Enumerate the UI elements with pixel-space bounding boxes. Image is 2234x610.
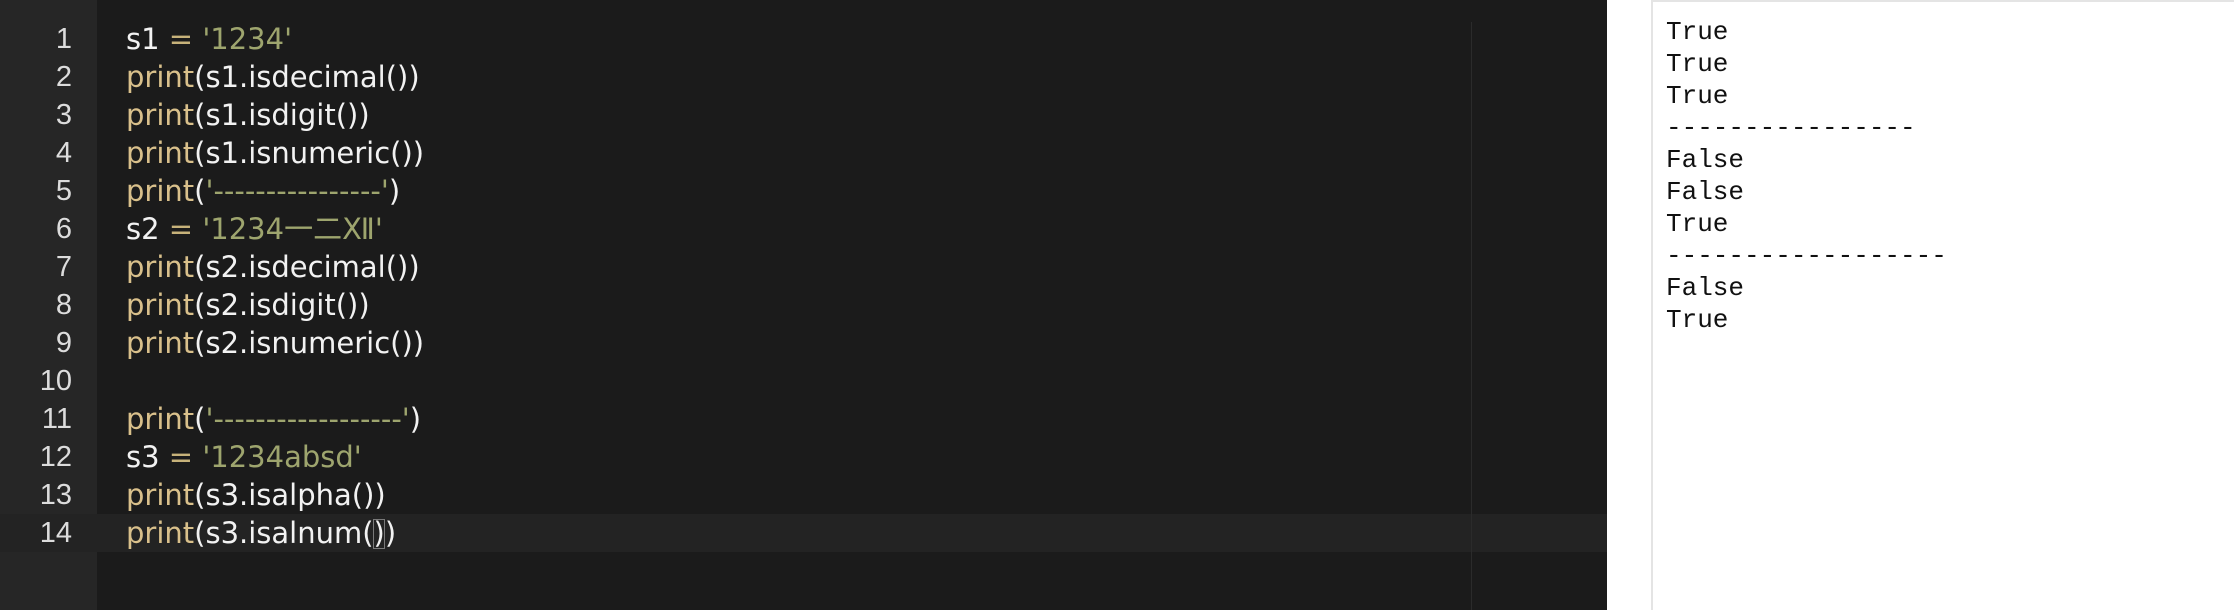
code-line[interactable]: 14 print(s3.isalnum()) bbox=[0, 514, 1607, 552]
line-number: 9 bbox=[55, 327, 72, 359]
output-line: True bbox=[1666, 209, 1729, 239]
string-token: '1234' bbox=[202, 22, 293, 56]
code-token: (s1.isdecimal()) bbox=[194, 60, 420, 94]
code-editor[interactable]: 1 s1 = '1234' 2 print(s1.isdecimal()) 3 print… bbox=[0, 0, 1607, 610]
text-cursor bbox=[372, 519, 385, 549]
output-line: ------------------ bbox=[1666, 241, 1947, 271]
keyword-token: print bbox=[126, 326, 195, 360]
code-line[interactable]: 6 s2 = '1234一二Ⅻ' bbox=[0, 210, 1607, 248]
string-token: '------------------' bbox=[205, 402, 410, 436]
code-line[interactable]: 5 print('----------------') bbox=[0, 172, 1607, 210]
operator-token: = bbox=[168, 440, 194, 474]
line-number: 7 bbox=[55, 251, 72, 283]
keyword-token: print bbox=[126, 250, 195, 284]
code-token: ( bbox=[194, 174, 206, 208]
code-line[interactable]: 13 print(s3.isalpha()) bbox=[0, 476, 1607, 514]
output-line: False bbox=[1666, 273, 1745, 303]
code-token: ) bbox=[384, 516, 397, 550]
output-line: ---------------- bbox=[1666, 113, 1916, 143]
keyword-token: print bbox=[126, 98, 195, 132]
line-number: 11 bbox=[41, 403, 72, 435]
output-panel: True True True ---------------- False False Tr… bbox=[1651, 0, 2234, 610]
code-line[interactable]: 11 print('------------------') bbox=[0, 400, 1607, 438]
code-text[interactable]: print(s1.isdecimal()) bbox=[126, 58, 420, 96]
keyword-token: print bbox=[126, 288, 195, 322]
line-number: 4 bbox=[55, 137, 72, 169]
code-token: (s2.isdecimal()) bbox=[194, 250, 420, 284]
code-text[interactable]: s2 = '1234一二Ⅻ' bbox=[126, 210, 383, 248]
line-number: 8 bbox=[55, 289, 72, 321]
code-text[interactable]: print(s3.isalpha()) bbox=[126, 476, 386, 514]
keyword-token: print bbox=[126, 136, 195, 170]
code-token: (s3.isalpha()) bbox=[194, 478, 386, 512]
code-text[interactable]: print(s1.isnumeric()) bbox=[126, 134, 424, 172]
output-line: True bbox=[1666, 17, 1729, 47]
output-line: True bbox=[1666, 49, 1729, 79]
keyword-token: print bbox=[126, 402, 195, 436]
code-token: ) bbox=[409, 402, 422, 436]
code-text[interactable]: print(s2.isdecimal()) bbox=[126, 248, 420, 286]
code-token: (s2.isnumeric()) bbox=[194, 326, 425, 360]
code-text[interactable]: print(s3.isalnum()) bbox=[126, 514, 396, 552]
line-number: 5 bbox=[55, 175, 72, 207]
line-number: 10 bbox=[39, 365, 72, 397]
line-number: 14 bbox=[39, 517, 72, 549]
output-line: False bbox=[1666, 177, 1745, 207]
code-text[interactable]: print(s1.isdigit()) bbox=[126, 96, 370, 134]
code-line[interactable]: 3 print(s1.isdigit()) bbox=[0, 96, 1607, 134]
line-number: 13 bbox=[39, 479, 72, 511]
line-number: 1 bbox=[55, 23, 72, 55]
code-line[interactable]: 12 s3 = '1234absd' bbox=[0, 438, 1607, 476]
code-text[interactable]: print('------------------') bbox=[126, 400, 421, 438]
code-text[interactable]: s1 = '1234' bbox=[126, 20, 292, 58]
code-text[interactable]: print(s2.isnumeric()) bbox=[126, 324, 424, 362]
code-token: (s1.isnumeric()) bbox=[194, 136, 425, 170]
output-line: True bbox=[1666, 305, 1729, 335]
code-line[interactable]: 9 print(s2.isnumeric()) bbox=[0, 324, 1607, 362]
code-token: (s1.isdigit()) bbox=[194, 98, 370, 132]
code-text[interactable]: s3 = '1234absd' bbox=[126, 438, 362, 476]
output-line: True bbox=[1666, 81, 1729, 111]
code-token: (s3.isalnum() bbox=[194, 516, 385, 550]
code-line[interactable]: 8 print(s2.isdigit()) bbox=[0, 286, 1607, 324]
code-line[interactable]: 1 s1 = '1234' bbox=[0, 20, 1607, 58]
string-token: '----------------' bbox=[205, 174, 389, 208]
code-token: (s2.isdigit()) bbox=[194, 288, 370, 322]
code-text[interactable]: print('----------------') bbox=[126, 172, 400, 210]
string-token: '1234一二Ⅻ' bbox=[202, 212, 383, 246]
line-number: 2 bbox=[55, 61, 72, 93]
keyword-token: print bbox=[126, 174, 195, 208]
keyword-token: print bbox=[126, 478, 195, 512]
keyword-token: print bbox=[126, 516, 195, 550]
operator-token: = bbox=[168, 22, 194, 56]
code-line[interactable]: 7 print(s2.isdecimal()) bbox=[0, 248, 1607, 286]
code-token: s3 bbox=[126, 440, 169, 474]
code-token: s1 bbox=[126, 22, 169, 56]
line-number: 6 bbox=[55, 213, 72, 245]
operator-token: = bbox=[168, 212, 194, 246]
code-line[interactable]: 2 print(s1.isdecimal()) bbox=[0, 58, 1607, 96]
code-text[interactable]: print(s2.isdigit()) bbox=[126, 286, 370, 324]
code-token: s2 bbox=[126, 212, 169, 246]
code-line[interactable]: 10 bbox=[0, 362, 1607, 400]
line-number: 12 bbox=[39, 441, 72, 473]
output-line: False bbox=[1666, 145, 1745, 175]
line-number: 3 bbox=[55, 99, 72, 131]
string-token: '1234absd' bbox=[202, 440, 362, 474]
code-token: ( bbox=[194, 402, 206, 436]
code-token: ) bbox=[388, 174, 401, 208]
code-line[interactable]: 4 print(s1.isnumeric()) bbox=[0, 134, 1607, 172]
keyword-token: print bbox=[126, 60, 195, 94]
